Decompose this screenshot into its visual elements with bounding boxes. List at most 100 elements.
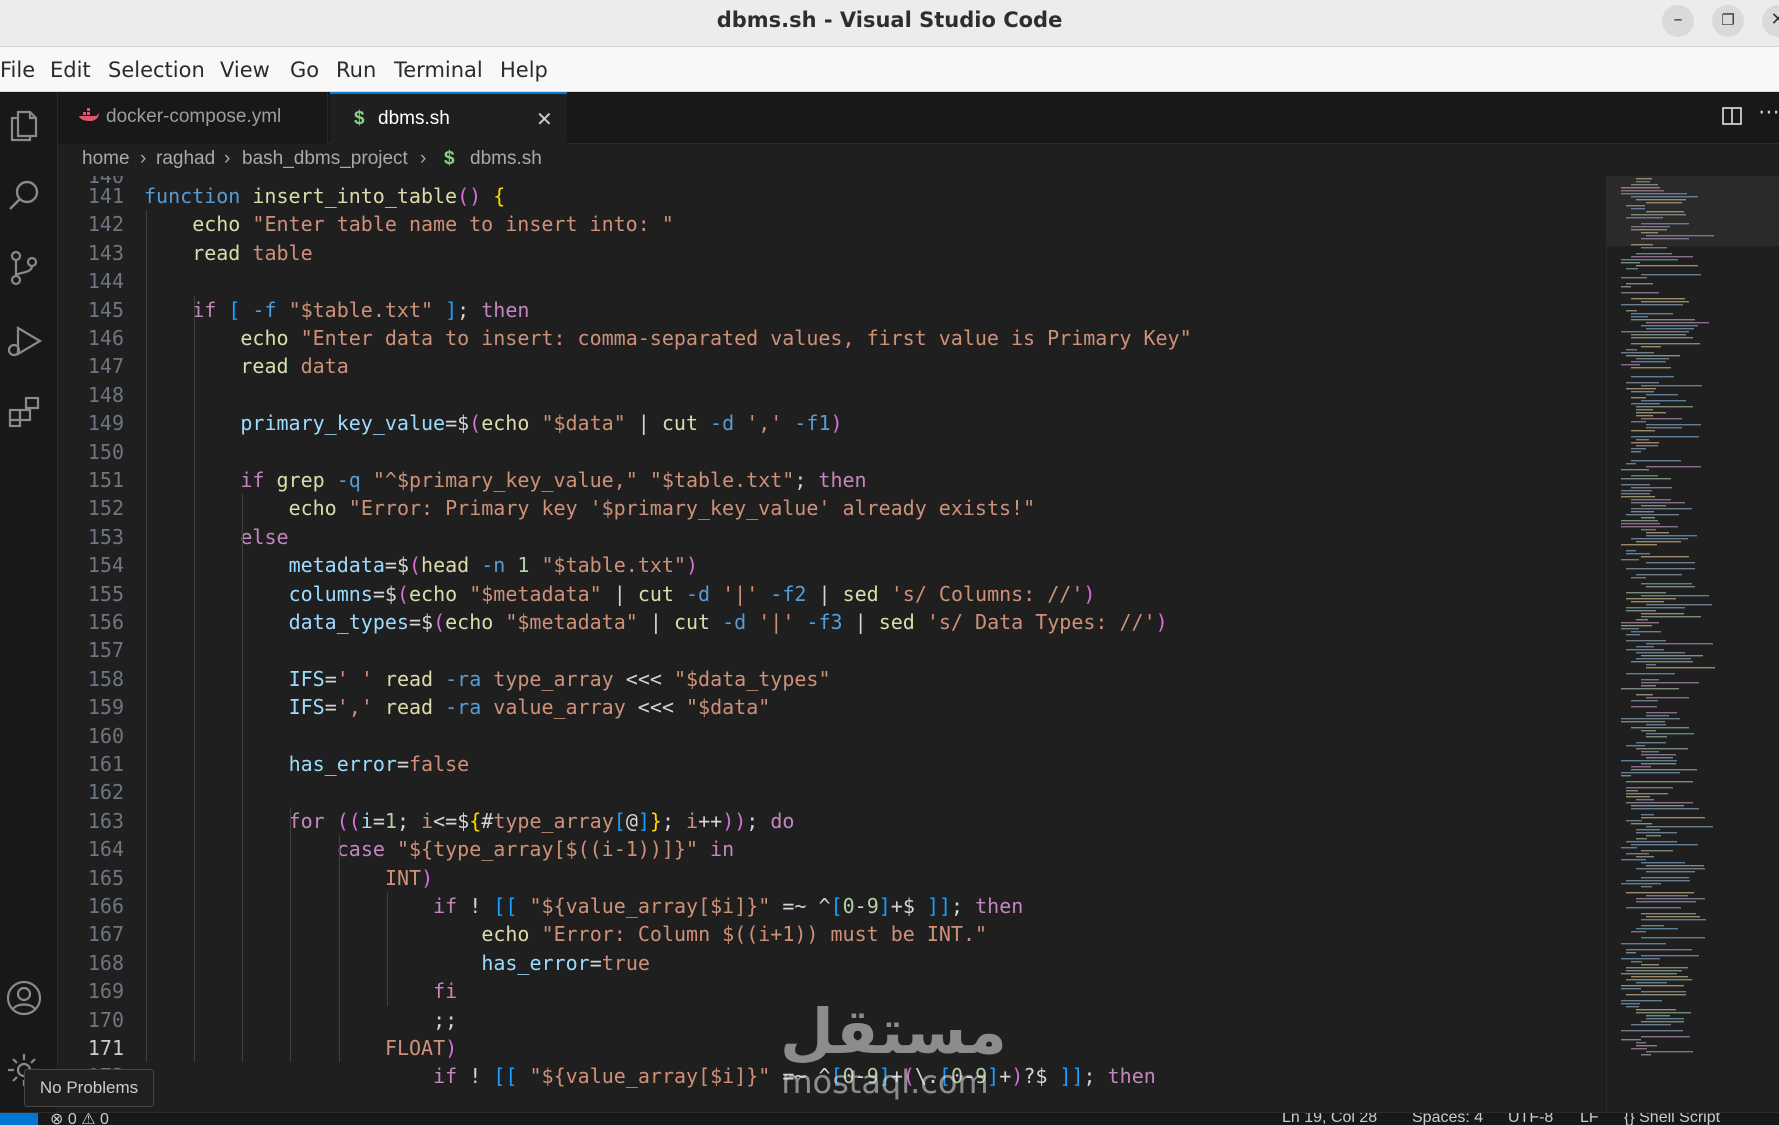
code-line[interactable]: has_error=true — [144, 949, 650, 977]
menu-help[interactable]: Help — [500, 58, 548, 82]
minimap-line — [1631, 700, 1658, 702]
code-line[interactable]: FLOAT) — [144, 1034, 457, 1062]
code-line[interactable]: if grep -q "^$primary_key_value," "$tabl… — [144, 466, 866, 494]
minimap-line — [1621, 478, 1671, 480]
code-line[interactable]: echo "Enter data to insert: comma-separa… — [144, 324, 1191, 352]
minimap-line — [1636, 832, 1677, 834]
minimap-line — [1636, 748, 1688, 750]
minimap-line — [1631, 442, 1659, 444]
problems-status[interactable]: ⊗ 0 ⚠ 0 — [50, 1113, 109, 1125]
code-line[interactable]: IFS=' ' read -ra type_array <<< "$data_t… — [144, 665, 831, 693]
end-of-line[interactable]: LF — [1580, 1113, 1599, 1125]
run-debug-icon[interactable] — [4, 320, 44, 360]
minimap-line — [1626, 607, 1685, 609]
minimap-line — [1631, 961, 1642, 963]
minimap-line — [1646, 757, 1673, 759]
minimap-line — [1621, 490, 1652, 492]
menu-terminal[interactable]: Terminal — [394, 58, 483, 82]
language-mode[interactable]: {} Shell Script — [1624, 1113, 1720, 1125]
minimap-line — [1641, 301, 1689, 303]
minimap-line — [1636, 541, 1681, 543]
minimap-line — [1646, 826, 1713, 828]
minimap[interactable] — [1606, 176, 1779, 1112]
minimap-line — [1646, 916, 1700, 918]
minimap-line — [1626, 979, 1692, 981]
menu-go[interactable]: Go — [290, 58, 319, 82]
minimap-line — [1621, 628, 1639, 630]
minimap-line — [1636, 646, 1654, 648]
minimap-line — [1631, 334, 1686, 336]
line-number: 161 — [87, 752, 124, 776]
code-line[interactable]: data_types=$(echo "$metadata" | cut -d '… — [144, 608, 1168, 636]
extensions-icon[interactable] — [4, 392, 44, 432]
breadcrumb-raghad[interactable]: raghad — [156, 148, 215, 170]
line-number: 166 — [87, 894, 124, 918]
breadcrumb-home[interactable]: home — [82, 148, 130, 170]
more-actions-icon[interactable]: ⋯ — [1758, 100, 1779, 125]
menu-selection[interactable]: Selection — [108, 58, 205, 82]
minimap-line — [1631, 436, 1699, 438]
menu-file[interactable]: File — [0, 58, 35, 82]
code-line[interactable]: fi — [144, 977, 457, 1005]
explorer-icon[interactable] — [4, 106, 44, 146]
minimap-line — [1621, 520, 1658, 522]
minimap-line — [1641, 685, 1656, 687]
minimap-line — [1631, 421, 1646, 423]
encoding[interactable]: UTF-8 — [1508, 1113, 1553, 1125]
code-line[interactable]: has_error=false — [144, 750, 470, 778]
minimap-line — [1641, 817, 1705, 819]
minimap-line — [1621, 1000, 1662, 1002]
menu-run[interactable]: Run — [336, 58, 376, 82]
indentation[interactable]: Spaces: 4 — [1412, 1113, 1483, 1125]
remote-indicator[interactable] — [0, 1113, 38, 1125]
code-line[interactable]: else — [144, 523, 288, 551]
code-line[interactable]: read data — [144, 352, 348, 380]
code-line[interactable]: if [ -f "$table.txt" ]; then — [144, 296, 529, 324]
code-line[interactable]: columns=$(echo "$metadata" | cut -d '|' … — [144, 580, 1096, 608]
account-icon[interactable] — [4, 978, 44, 1018]
menu-edit[interactable]: Edit — [50, 58, 91, 82]
line-number: 146 — [87, 326, 124, 350]
line-number: 163 — [87, 808, 124, 833]
menu-bar: File Edit Selection View Go Run Terminal… — [0, 47, 1779, 92]
minimize-button[interactable]: – — [1662, 5, 1694, 37]
search-icon[interactable] — [4, 176, 44, 216]
minimap-line — [1641, 613, 1684, 615]
code-line[interactable]: echo "Enter table name to insert into: " — [144, 210, 674, 238]
minimap-line — [1641, 964, 1659, 966]
code-line[interactable]: metadata=$(head -n 1 "$table.txt") — [144, 551, 698, 579]
code-line[interactable]: echo "Error: Column $((i+1)) must be INT… — [144, 920, 987, 948]
code-line[interactable]: IFS=',' read -ra value_array <<< "$data" — [144, 693, 771, 721]
code-editor[interactable]: 140 141 142 143 144 145 146 147 148 149 150 151 152… — [58, 176, 1606, 1112]
code-line[interactable]: ;; — [144, 1006, 457, 1034]
minimap-line — [1631, 397, 1646, 399]
minimap-line — [1621, 523, 1660, 525]
minimap-line — [1626, 841, 1677, 843]
minimap-line — [1626, 907, 1681, 909]
minimap-line — [1621, 772, 1680, 774]
code-line[interactable]: primary_key_value=$(echo "$data" | cut -… — [144, 409, 842, 437]
code-line[interactable]: function insert_into_table() { — [144, 182, 505, 210]
close-tab-icon[interactable]: ✕ — [536, 107, 553, 132]
tab-docker-compose[interactable]: docker-compose.yml — [58, 92, 328, 144]
breadcrumb-file[interactable]: dbms.sh — [470, 148, 542, 170]
minimap-line — [1641, 346, 1661, 348]
split-editor-icon[interactable] — [1720, 104, 1744, 132]
tab-dbms-sh[interactable]: $ dbms.sh ✕ — [330, 92, 567, 144]
minimap-line — [1631, 766, 1651, 768]
code-line[interactable]: echo "Error: Primary key '$primary_key_v… — [144, 494, 1036, 522]
code-line[interactable]: if ! [[ "${value_array[$i]}" =~ ^[0-9]+$… — [144, 892, 1023, 920]
menu-view[interactable]: View — [220, 58, 270, 82]
minimap-slider[interactable] — [1607, 176, 1779, 246]
code-line[interactable]: case "${type_array[$((i-1))]}" in — [144, 835, 734, 863]
maximize-button[interactable]: ❐ — [1712, 5, 1744, 37]
source-control-icon[interactable] — [4, 248, 44, 288]
code-line[interactable]: INT) — [144, 864, 433, 892]
breadcrumb-project[interactable]: bash_dbms_project — [242, 148, 408, 170]
tab-label: docker-compose.yml — [106, 106, 282, 127]
minimap-line — [1646, 643, 1713, 645]
cursor-position[interactable]: Ln 19, Col 28 — [1282, 1113, 1377, 1125]
minimap-line — [1636, 694, 1653, 696]
code-line[interactable]: read table — [144, 239, 312, 267]
minimap-line — [1631, 823, 1652, 825]
